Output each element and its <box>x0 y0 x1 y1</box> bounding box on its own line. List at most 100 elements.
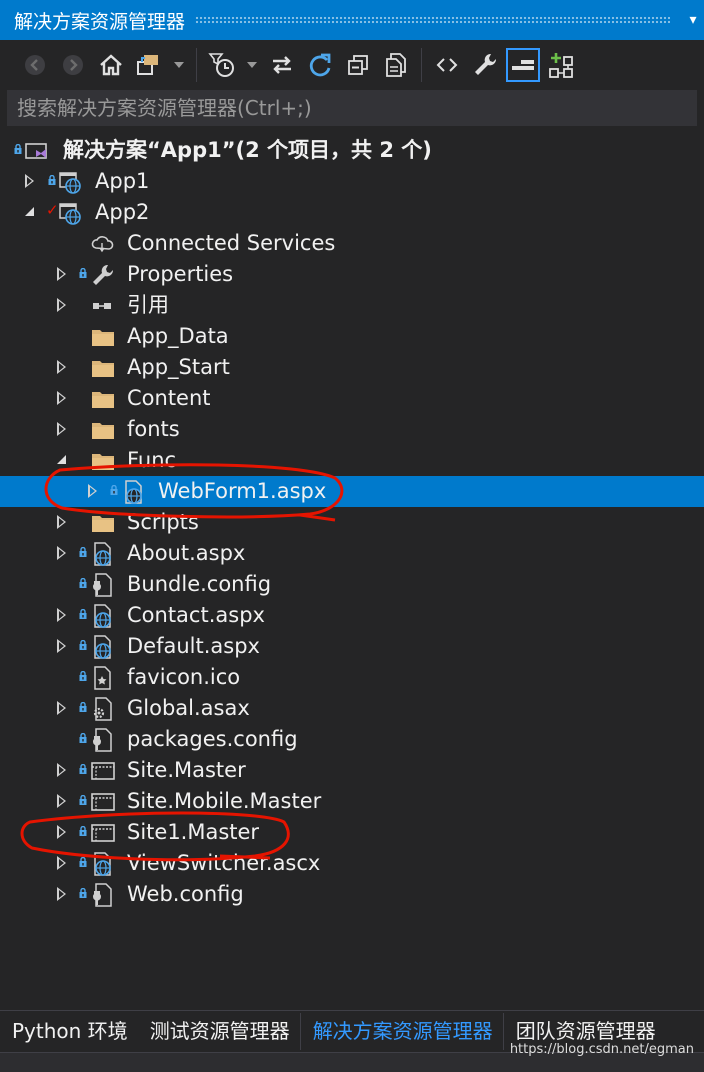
tree-item-label: App_Data <box>127 324 229 348</box>
lock-icon <box>79 609 87 619</box>
expand-arrow-icon[interactable] <box>88 484 97 498</box>
expand-arrow-icon[interactable] <box>57 794 66 808</box>
window-position-dropdown-icon[interactable]: ▾ <box>682 12 704 28</box>
expand-arrow-icon[interactable] <box>57 298 66 312</box>
tree-item-label: 引用 <box>127 293 169 317</box>
view-class-diagram-button[interactable] <box>544 48 578 82</box>
switch-views-dropdown[interactable] <box>170 48 188 82</box>
tree-item-bundle-config[interactable]: Bundle.config <box>0 569 704 600</box>
tree-item-app-start[interactable]: App_Start <box>0 352 704 383</box>
expand-arrow-icon[interactable] <box>57 422 66 436</box>
tree-item-web-config[interactable]: Web.config <box>0 879 704 910</box>
tree-item-label: About.aspx <box>127 541 246 565</box>
preview-selected-items-button[interactable] <box>506 48 540 82</box>
tree-item-label: Default.aspx <box>127 634 260 658</box>
tree-item-site-master[interactable]: Site.Master <box>0 755 704 786</box>
tree-item-solution[interactable]: 解决方案“App1”(2 个项目，共 2 个) <box>0 135 704 166</box>
tree-item-about[interactable]: About.aspx <box>0 538 704 569</box>
title-grip[interactable] <box>195 16 670 24</box>
view-code-button[interactable] <box>430 48 464 82</box>
tree-item-default[interactable]: Default.aspx <box>0 631 704 662</box>
tree-item-scripts[interactable]: Scripts <box>0 507 704 538</box>
tree-item-app2[interactable]: ✓ App2 <box>0 197 704 228</box>
arrow-right-icon <box>63 55 83 75</box>
switch-views-button[interactable] <box>132 48 166 82</box>
sync-active-document-button[interactable] <box>265 48 299 82</box>
expand-arrow-icon[interactable] <box>57 608 66 622</box>
tree-item-viewswitcher[interactable]: ViewSwitcher.ascx <box>0 848 704 879</box>
tree-item-app1[interactable]: App1 <box>0 166 704 197</box>
cloud-service-icon <box>90 231 116 257</box>
tree-item-label: App2 <box>95 200 150 224</box>
tab-test-explorer[interactable]: 测试资源管理器 <box>138 1017 300 1050</box>
expand-arrow-icon[interactable] <box>57 546 66 560</box>
tree-item-label: favicon.ico <box>127 665 241 689</box>
tree-item-site-mobile-master[interactable]: Site.Mobile.Master <box>0 786 704 817</box>
config-file-icon <box>90 572 116 598</box>
folder-open-icon <box>90 448 116 474</box>
collapse-arrow-icon[interactable] <box>57 455 66 464</box>
tree-item-site1-master[interactable]: Site1.Master <box>0 817 704 848</box>
expand-arrow-icon[interactable] <box>57 701 66 715</box>
tree-item-label: App1 <box>95 169 150 193</box>
expand-arrow-icon[interactable] <box>57 391 66 405</box>
tree-item-properties[interactable]: Properties <box>0 259 704 290</box>
expand-arrow-icon[interactable] <box>57 639 66 653</box>
forward-button[interactable] <box>56 48 90 82</box>
ascx-file-icon <box>90 851 116 877</box>
aspx-file-icon <box>90 541 116 567</box>
expand-arrow-icon[interactable] <box>57 267 66 281</box>
expand-arrow-icon[interactable] <box>57 360 66 374</box>
tree-item-packages-config[interactable]: packages.config <box>0 724 704 755</box>
wrench-icon <box>90 262 116 288</box>
web-project-icon <box>57 169 83 195</box>
show-all-files-button[interactable] <box>379 48 413 82</box>
watermark-text: https://blog.csdn.net/egman <box>509 1042 694 1057</box>
tree-item-favicon[interactable]: favicon.ico <box>0 662 704 693</box>
collapse-all-button[interactable] <box>341 48 375 82</box>
config-file-icon <box>90 727 116 753</box>
home-button[interactable] <box>94 48 128 82</box>
tab-python-environments[interactable]: Python 环境 <box>0 1017 138 1050</box>
lock-icon <box>79 640 87 650</box>
pending-changes-filter-dropdown[interactable] <box>243 48 261 82</box>
tree-item-webform1[interactable]: WebForm1.aspx <box>0 476 704 507</box>
solution-tree[interactable]: 解决方案“App1”(2 个项目，共 2 个) App1 ✓ App2 Conn… <box>0 135 704 910</box>
refresh-icon <box>309 53 331 77</box>
expand-arrow-icon[interactable] <box>57 763 66 777</box>
asax-file-icon <box>90 696 116 722</box>
back-button[interactable] <box>18 48 52 82</box>
code-brackets-icon <box>436 58 458 72</box>
expand-arrow-icon[interactable] <box>57 856 66 870</box>
tab-solution-explorer[interactable]: 解决方案资源管理器 <box>299 1013 504 1050</box>
tree-item-global-asax[interactable]: Global.asax <box>0 693 704 724</box>
expand-arrow-icon[interactable] <box>25 174 34 188</box>
tree-item-content[interactable]: Content <box>0 383 704 414</box>
window-title: 解决方案资源管理器 <box>14 10 186 33</box>
properties-button[interactable] <box>468 48 502 82</box>
tree-item-connected-services[interactable]: Connected Services <box>0 228 704 259</box>
tree-item-fonts[interactable]: fonts <box>0 414 704 445</box>
tree-item-label: 解决方案“App1”(2 个项目，共 2 个) <box>63 138 432 162</box>
references-icon <box>90 293 116 319</box>
tree-item-contact[interactable]: Contact.aspx <box>0 600 704 631</box>
tree-item-label: fonts <box>127 417 180 441</box>
tree-item-app-data[interactable]: App_Data <box>0 321 704 352</box>
pending-changes-filter-button[interactable] <box>205 48 239 82</box>
refresh-button[interactable] <box>303 48 337 82</box>
icon-file-icon <box>90 665 116 691</box>
tree-item-func[interactable]: Func <box>0 445 704 476</box>
search-input[interactable] <box>15 95 697 121</box>
tree-item-label: Site1.Master <box>127 820 260 844</box>
preview-icon <box>512 60 534 70</box>
collapse-arrow-icon[interactable] <box>25 207 34 216</box>
tree-item-label: Connected Services <box>127 231 336 255</box>
expand-arrow-icon[interactable] <box>57 515 66 529</box>
tree-item-references[interactable]: 引用 <box>0 290 704 321</box>
expand-arrow-icon[interactable] <box>57 887 66 901</box>
chevron-down-icon <box>174 62 184 68</box>
tree-item-label: Global.asax <box>127 696 250 720</box>
clock-filter-icon <box>208 53 234 77</box>
search-box[interactable] <box>7 90 697 126</box>
expand-arrow-icon[interactable] <box>57 825 66 839</box>
